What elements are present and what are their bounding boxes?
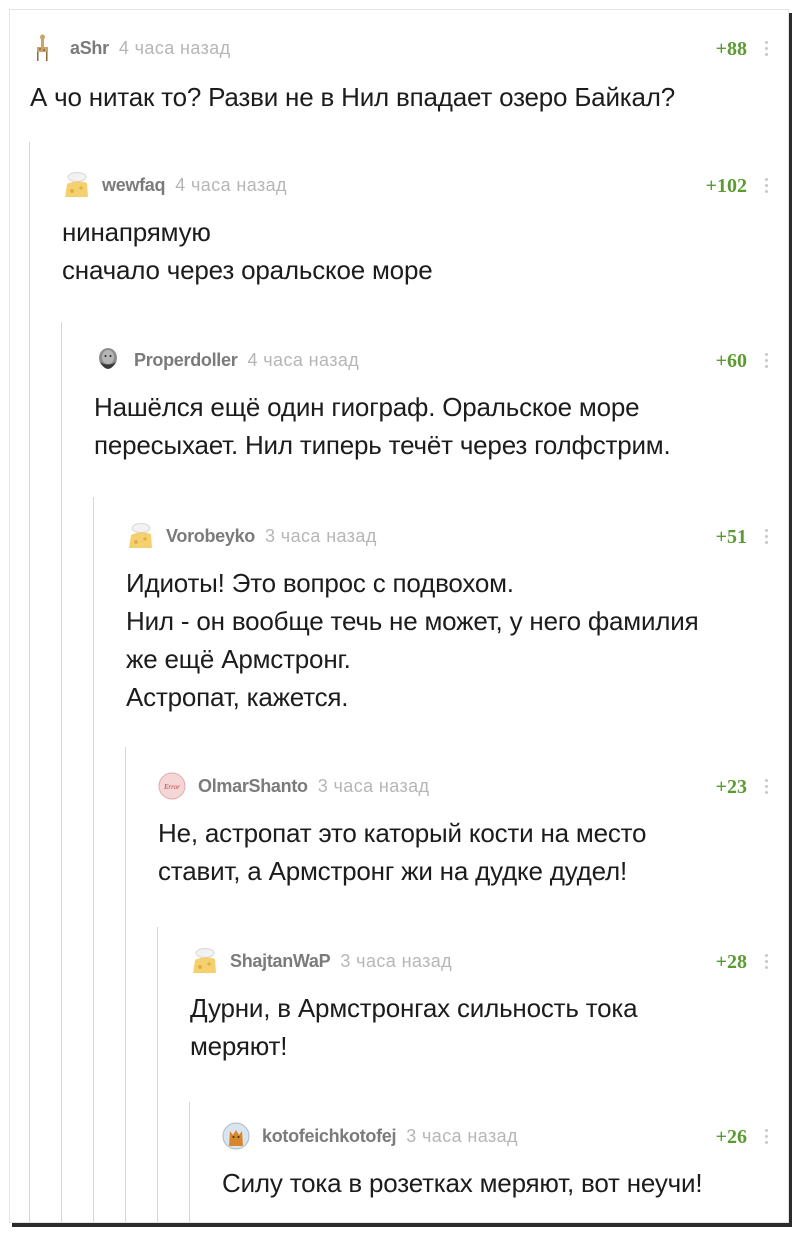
more-menu-icon[interactable]	[765, 954, 769, 974]
default-cheese-avatar-icon[interactable]	[190, 947, 218, 975]
comment: Properdoller 4 часа назад +60 Нашёлся ещё…	[94, 346, 775, 464]
comment-text: нинапрямую сначало через оральское море	[62, 217, 433, 285]
comment-header: Error OlmarShanto 3 часа назад +23	[158, 772, 775, 802]
thread-line[interactable]	[29, 142, 30, 1222]
comment: Error OlmarShanto 3 часа назад +23 Не, ас…	[158, 772, 775, 890]
giraffe-avatar-icon[interactable]	[30, 34, 58, 62]
comment-text: Нашёлся ещё один гиограф. Оральское море…	[94, 392, 671, 460]
default-cheese-avatar-icon[interactable]	[126, 522, 154, 550]
comment-time: 3 часа назад	[265, 526, 377, 546]
comment-author[interactable]: Properdoller 4 часа назад	[134, 350, 359, 371]
comment-author[interactable]: ShajtanWaP 3 часа назад	[230, 951, 452, 972]
comment-time: 3 часа назад	[406, 1126, 518, 1146]
comment-score: +28	[715, 951, 747, 973]
comment-score: +102	[705, 175, 747, 197]
comment-text: Не, астропат это каторый кости на место …	[158, 818, 647, 886]
comment-score: +23	[715, 776, 747, 798]
comment-time: 3 часа назад	[340, 951, 453, 971]
more-menu-icon[interactable]	[765, 353, 769, 373]
comment-author[interactable]: aShr 4 часа назад	[70, 38, 231, 59]
comment: ShajtanWaP 3 часа назад +28 Дурни, в Армс…	[190, 947, 775, 1065]
comments-panel: aShr 4 часа назад +88 А чо нитак то? Разв…	[9, 9, 789, 1223]
comment-text: Силу тока в розетках меряют, вот неучи!	[222, 1168, 703, 1198]
comment-score: +88	[715, 38, 747, 60]
comment-author[interactable]: wewfaq 4 часа назад	[102, 175, 287, 196]
error-avatar-label: Error	[163, 783, 180, 791]
thread-line[interactable]	[189, 1102, 190, 1222]
comment-header: Properdoller 4 часа назад +60	[94, 346, 775, 376]
comment: wewfaq 4 часа назад +102 нинапрямую снача…	[62, 171, 775, 289]
comment-header: kotofeichkotofej 3 часа назад +26	[222, 1122, 775, 1152]
more-menu-icon[interactable]	[765, 529, 769, 549]
comment-score: +26	[715, 1126, 747, 1148]
comment-time: 4 часа назад	[247, 350, 360, 370]
comment-text: Дурни, в Армстронгах сильность тока меря…	[190, 993, 638, 1061]
comment-header: aShr 4 часа назад +88	[30, 34, 775, 64]
thread-line[interactable]	[93, 497, 94, 1222]
more-menu-icon[interactable]	[765, 1129, 769, 1149]
comment-header: Vorobeyko 3 часа назад +51	[126, 522, 775, 552]
comment-author[interactable]: kotofeichkotofej 3 часа назад	[262, 1126, 518, 1147]
more-menu-icon[interactable]	[765, 41, 769, 61]
comment-header: wewfaq 4 часа назад +102	[62, 171, 775, 201]
comment-text: Идиоты! Это вопрос с подвохом. Нил - он …	[126, 568, 699, 712]
comment-header: ShajtanWaP 3 часа назад +28	[190, 947, 775, 977]
thread-line[interactable]	[125, 747, 126, 1222]
comment-score: +60	[715, 350, 747, 372]
thread-line[interactable]	[61, 322, 62, 1222]
comment: aShr 4 часа назад +88 А чо нитак то? Разв…	[30, 34, 775, 116]
comment-author[interactable]: OlmarShanto 3 часа назад	[198, 776, 429, 797]
comment-text: А чо нитак то? Разви не в Нил впадает оз…	[30, 82, 676, 112]
error-avatar-icon[interactable]: Error	[158, 772, 186, 800]
default-cheese-avatar-icon[interactable]	[62, 171, 90, 199]
bearded-man-avatar-icon[interactable]	[94, 346, 122, 374]
comment-author[interactable]: Vorobeyko 3 часа назад	[166, 526, 377, 547]
comment: Vorobeyko 3 часа назад +51 Идиоты! Это во…	[126, 522, 775, 716]
comment-time: 4 часа назад	[175, 175, 287, 195]
comment-score: +51	[715, 526, 747, 548]
comment-time: 4 часа назад	[118, 38, 231, 58]
comment: kotofeichkotofej 3 часа назад +26 Силу то…	[222, 1122, 775, 1202]
more-menu-icon[interactable]	[765, 178, 769, 198]
thread-line[interactable]	[157, 927, 158, 1222]
cat-avatar-icon[interactable]	[222, 1122, 250, 1150]
more-menu-icon[interactable]	[765, 779, 769, 799]
comment-time: 3 часа назад	[317, 776, 430, 796]
